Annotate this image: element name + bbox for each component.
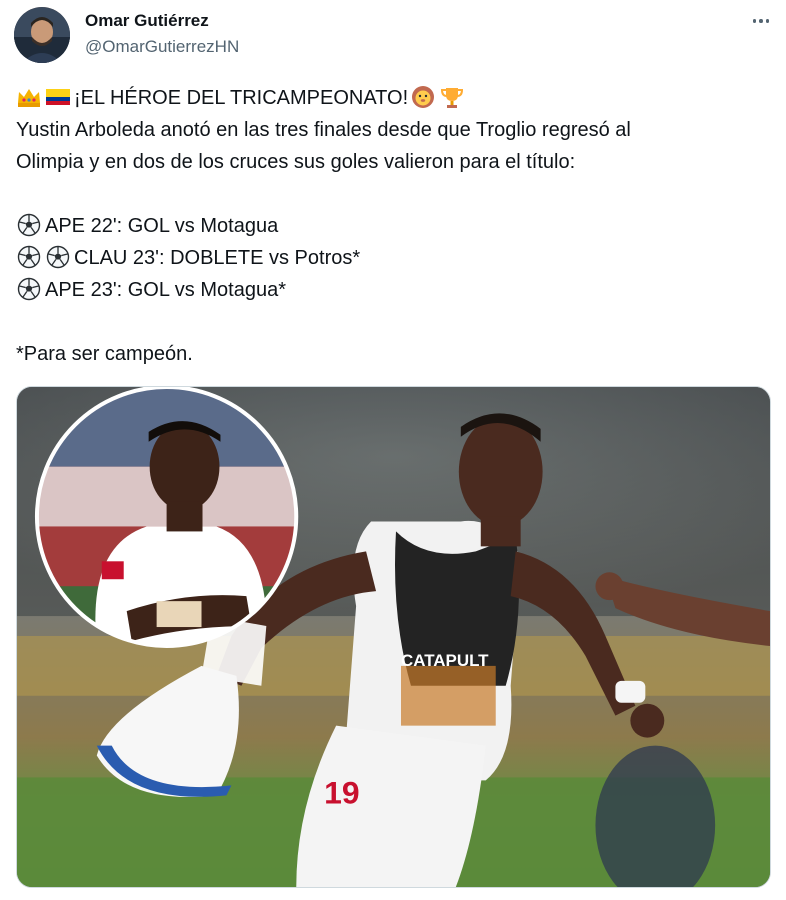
avatar[interactable] (14, 7, 70, 63)
goal-line: APE 23': GOL vs Motagua* (16, 274, 776, 306)
soccer-ball-emoji (45, 245, 71, 269)
photo-scene: CATAPULT 19 (17, 387, 770, 887)
goal-line: CLAU 23': DOBLETE vs Potros* (16, 242, 776, 274)
jersey-sponsor: CATAPULT (401, 651, 489, 670)
avatar-image (14, 7, 70, 63)
soccer-ball-emoji (16, 277, 42, 301)
tweet-body-line: Yustin Arboleda anotó en las tres finale… (16, 119, 631, 141)
tweet-body-line: Olimpia y en dos de los cruces sus goles… (16, 151, 576, 173)
tweet-text: ¡EL HÉROE DEL TRICAMPEONATO! Yustin Arbo… (16, 82, 776, 370)
tweet-headline-line: ¡EL HÉROE DEL TRICAMPEONATO! (16, 82, 776, 114)
lion-face-emoji (410, 85, 436, 109)
goal-text: APE 22': GOL vs Motagua (45, 215, 279, 237)
goal-text: CLAU 23': DOBLETE vs Potros* (74, 247, 361, 269)
tweet-headline: ¡EL HÉROE DEL TRICAMPEONATO! (74, 87, 409, 109)
soccer-ball-emoji (16, 245, 42, 269)
goal-text: APE 23': GOL vs Motagua* (45, 279, 286, 301)
more-options-icon[interactable] (748, 8, 774, 34)
trophy-emoji (439, 85, 465, 109)
crown-emoji (16, 85, 42, 109)
colombia-flag-emoji (45, 85, 71, 109)
author-display-name[interactable]: Omar Gutiérrez (85, 11, 209, 31)
author-handle[interactable]: @OmarGutierrezHN (85, 37, 239, 57)
soccer-ball-emoji (16, 213, 42, 237)
goal-line: APE 22': GOL vs Motagua (16, 210, 776, 242)
tweet: Omar Gutiérrez @OmarGutierrezHN ¡EL HÉRO… (0, 0, 786, 900)
tweet-footnote: *Para ser campeón. (16, 343, 193, 365)
tweet-photo[interactable]: CATAPULT 19 (16, 386, 771, 888)
jersey-number: 19 (324, 774, 359, 810)
